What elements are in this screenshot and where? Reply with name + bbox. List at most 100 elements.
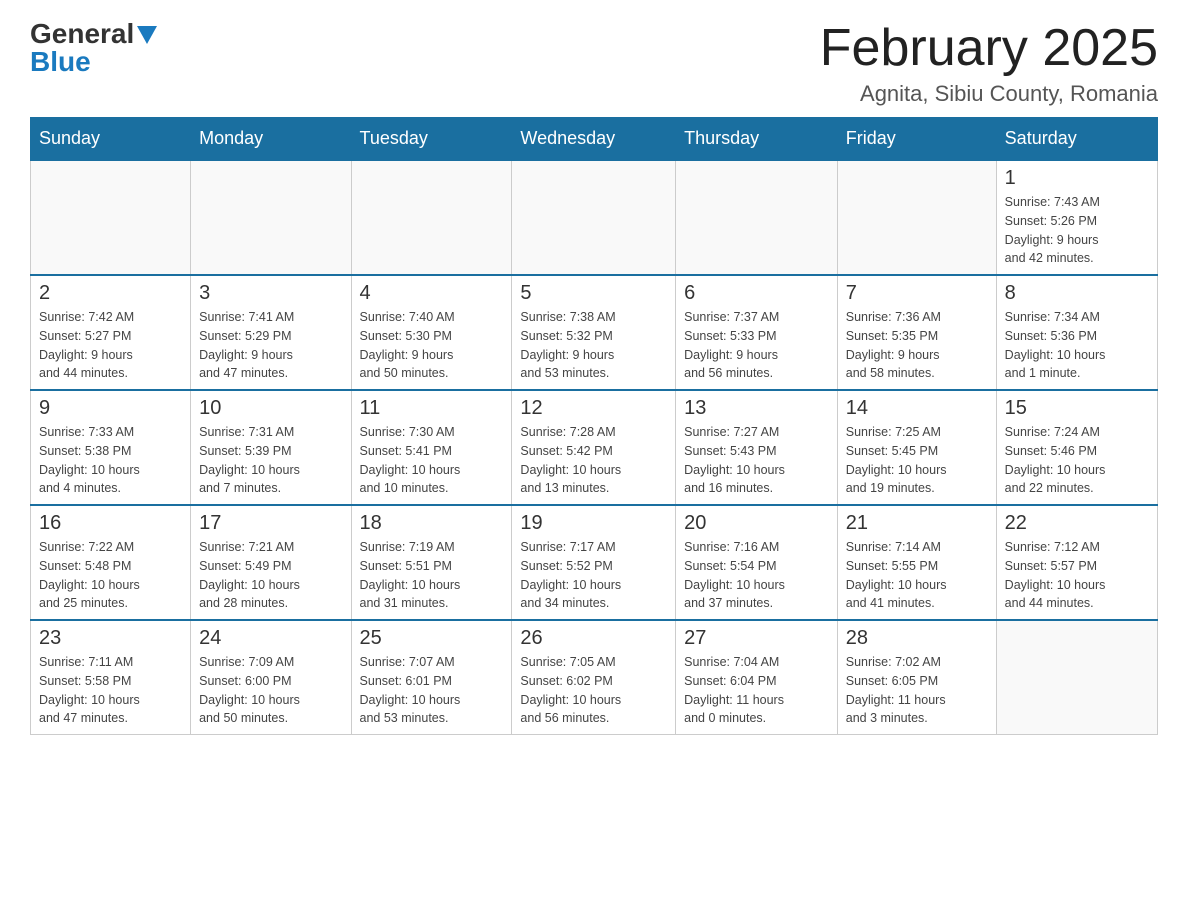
calendar-cell: 24 Sunrise: 7:09 AMSunset: 6:00 PMDayligh… <box>191 620 351 735</box>
day-info: Sunrise: 7:38 AMSunset: 5:32 PMDaylight:… <box>520 308 667 383</box>
calendar-cell: 10 Sunrise: 7:31 AMSunset: 5:39 PMDayligh… <box>191 390 351 505</box>
day-info: Sunrise: 7:37 AMSunset: 5:33 PMDaylight:… <box>684 308 829 383</box>
calendar-cell: 16 Sunrise: 7:22 AMSunset: 5:48 PMDayligh… <box>31 505 191 620</box>
calendar-header-row: SundayMondayTuesdayWednesdayThursdayFrid… <box>31 118 1158 161</box>
day-info: Sunrise: 7:11 AMSunset: 5:58 PMDaylight:… <box>39 653 182 728</box>
header-friday: Friday <box>837 118 996 161</box>
day-number: 13 <box>684 397 829 420</box>
day-number: 7 <box>846 282 988 305</box>
day-info: Sunrise: 7:27 AMSunset: 5:43 PMDaylight:… <box>684 423 829 498</box>
calendar-cell <box>676 160 838 275</box>
day-info: Sunrise: 7:07 AMSunset: 6:01 PMDaylight:… <box>360 653 504 728</box>
day-info: Sunrise: 7:09 AMSunset: 6:00 PMDaylight:… <box>199 653 342 728</box>
day-info: Sunrise: 7:33 AMSunset: 5:38 PMDaylight:… <box>39 423 182 498</box>
day-number: 27 <box>684 627 829 650</box>
calendar-cell: 8 Sunrise: 7:34 AMSunset: 5:36 PMDaylight… <box>996 275 1157 390</box>
calendar-cell: 27 Sunrise: 7:04 AMSunset: 6:04 PMDayligh… <box>676 620 838 735</box>
header-sunday: Sunday <box>31 118 191 161</box>
calendar-cell: 14Sunrise: 7:25 AMSunset: 5:45 PMDayligh… <box>837 390 996 505</box>
day-info: Sunrise: 7:21 AMSunset: 5:49 PMDaylight:… <box>199 538 342 613</box>
calendar-cell: 7 Sunrise: 7:36 AMSunset: 5:35 PMDaylight… <box>837 275 996 390</box>
logo: General Blue <box>30 20 157 76</box>
calendar-cell: 1 Sunrise: 7:43 AMSunset: 5:26 PMDaylight… <box>996 160 1157 275</box>
calendar-cell: 19 Sunrise: 7:17 AMSunset: 5:52 PMDayligh… <box>512 505 676 620</box>
calendar-cell <box>837 160 996 275</box>
day-number: 6 <box>684 282 829 305</box>
header-saturday: Saturday <box>996 118 1157 161</box>
calendar-cell <box>351 160 512 275</box>
calendar-subtitle: Agnita, Sibiu County, Romania <box>820 81 1158 107</box>
day-info: Sunrise: 7:36 AMSunset: 5:35 PMDaylight:… <box>846 308 988 383</box>
day-number: 11 <box>360 397 504 420</box>
day-number: 28 <box>846 627 988 650</box>
logo-blue: Blue <box>30 48 91 76</box>
calendar-cell: 11 Sunrise: 7:30 AMSunset: 5:41 PMDayligh… <box>351 390 512 505</box>
day-number: 21 <box>846 512 988 535</box>
day-info: Sunrise: 7:43 AMSunset: 5:26 PMDaylight:… <box>1005 193 1149 268</box>
day-number: 24 <box>199 627 342 650</box>
week-row-3: 9 Sunrise: 7:33 AMSunset: 5:38 PMDaylight… <box>31 390 1158 505</box>
day-info: Sunrise: 7:31 AMSunset: 5:39 PMDaylight:… <box>199 423 342 498</box>
calendar-cell: 4 Sunrise: 7:40 AMSunset: 5:30 PMDaylight… <box>351 275 512 390</box>
calendar-cell: 18Sunrise: 7:19 AMSunset: 5:51 PMDayligh… <box>351 505 512 620</box>
day-number: 10 <box>199 397 342 420</box>
calendar-cell: 22 Sunrise: 7:12 AMSunset: 5:57 PMDayligh… <box>996 505 1157 620</box>
calendar-cell: 3 Sunrise: 7:41 AMSunset: 5:29 PMDaylight… <box>191 275 351 390</box>
calendar-cell: 23Sunrise: 7:11 AMSunset: 5:58 PMDayligh… <box>31 620 191 735</box>
day-info: Sunrise: 7:17 AMSunset: 5:52 PMDaylight:… <box>520 538 667 613</box>
day-number: 2 <box>39 282 182 305</box>
day-number: 5 <box>520 282 667 305</box>
calendar-cell: 6 Sunrise: 7:37 AMSunset: 5:33 PMDaylight… <box>676 275 838 390</box>
week-row-5: 23Sunrise: 7:11 AMSunset: 5:58 PMDayligh… <box>31 620 1158 735</box>
day-info: Sunrise: 7:04 AMSunset: 6:04 PMDaylight:… <box>684 653 829 728</box>
day-number: 9 <box>39 397 182 420</box>
day-info: Sunrise: 7:02 AMSunset: 6:05 PMDaylight:… <box>846 653 988 728</box>
logo-triangle-icon <box>137 26 157 44</box>
day-number: 3 <box>199 282 342 305</box>
calendar-table: SundayMondayTuesdayWednesdayThursdayFrid… <box>30 117 1158 735</box>
day-number: 20 <box>684 512 829 535</box>
header-tuesday: Tuesday <box>351 118 512 161</box>
day-number: 4 <box>360 282 504 305</box>
day-number: 8 <box>1005 282 1149 305</box>
day-number: 16 <box>39 512 182 535</box>
calendar-cell <box>191 160 351 275</box>
page-header: General Blue February 2025 Agnita, Sibiu… <box>30 20 1158 107</box>
calendar-cell: 20 Sunrise: 7:16 AMSunset: 5:54 PMDayligh… <box>676 505 838 620</box>
day-number: 19 <box>520 512 667 535</box>
calendar-cell <box>512 160 676 275</box>
calendar-cell: 17Sunrise: 7:21 AMSunset: 5:49 PMDayligh… <box>191 505 351 620</box>
day-info: Sunrise: 7:16 AMSunset: 5:54 PMDaylight:… <box>684 538 829 613</box>
day-info: Sunrise: 7:05 AMSunset: 6:02 PMDaylight:… <box>520 653 667 728</box>
day-info: Sunrise: 7:22 AMSunset: 5:48 PMDaylight:… <box>39 538 182 613</box>
calendar-cell <box>31 160 191 275</box>
calendar-cell: 5 Sunrise: 7:38 AMSunset: 5:32 PMDaylight… <box>512 275 676 390</box>
calendar-cell: 25 Sunrise: 7:07 AMSunset: 6:01 PMDayligh… <box>351 620 512 735</box>
day-info: Sunrise: 7:41 AMSunset: 5:29 PMDaylight:… <box>199 308 342 383</box>
day-info: Sunrise: 7:30 AMSunset: 5:41 PMDaylight:… <box>360 423 504 498</box>
header-monday: Monday <box>191 118 351 161</box>
day-info: Sunrise: 7:12 AMSunset: 5:57 PMDaylight:… <box>1005 538 1149 613</box>
calendar-cell: 13 Sunrise: 7:27 AMSunset: 5:43 PMDayligh… <box>676 390 838 505</box>
calendar-cell <box>996 620 1157 735</box>
calendar-cell: 28 Sunrise: 7:02 AMSunset: 6:05 PMDayligh… <box>837 620 996 735</box>
day-info: Sunrise: 7:42 AMSunset: 5:27 PMDaylight:… <box>39 308 182 383</box>
day-info: Sunrise: 7:40 AMSunset: 5:30 PMDaylight:… <box>360 308 504 383</box>
day-number: 25 <box>360 627 504 650</box>
day-number: 12 <box>520 397 667 420</box>
day-number: 1 <box>1005 167 1149 190</box>
calendar-title: February 2025 <box>820 20 1158 77</box>
week-row-2: 2 Sunrise: 7:42 AMSunset: 5:27 PMDaylight… <box>31 275 1158 390</box>
calendar-cell: 21Sunrise: 7:14 AMSunset: 5:55 PMDayligh… <box>837 505 996 620</box>
logo-general: General <box>30 20 134 48</box>
day-info: Sunrise: 7:34 AMSunset: 5:36 PMDaylight:… <box>1005 308 1149 383</box>
day-number: 22 <box>1005 512 1149 535</box>
calendar-cell: 9 Sunrise: 7:33 AMSunset: 5:38 PMDaylight… <box>31 390 191 505</box>
calendar-cell: 2 Sunrise: 7:42 AMSunset: 5:27 PMDaylight… <box>31 275 191 390</box>
header-thursday: Thursday <box>676 118 838 161</box>
day-number: 15 <box>1005 397 1149 420</box>
day-info: Sunrise: 7:28 AMSunset: 5:42 PMDaylight:… <box>520 423 667 498</box>
title-section: February 2025 Agnita, Sibiu County, Roma… <box>820 20 1158 107</box>
header-wednesday: Wednesday <box>512 118 676 161</box>
week-row-4: 16 Sunrise: 7:22 AMSunset: 5:48 PMDayligh… <box>31 505 1158 620</box>
